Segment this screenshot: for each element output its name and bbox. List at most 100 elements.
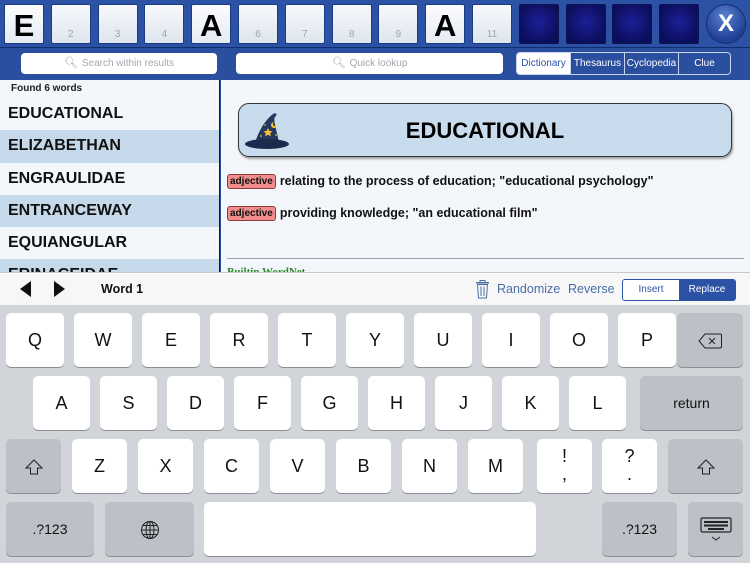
key-b[interactable]: B <box>336 439 391 493</box>
tile-position-number: 4 <box>161 29 168 40</box>
key-h[interactable]: H <box>368 376 425 430</box>
key-f[interactable]: F <box>234 376 291 430</box>
close-icon: X <box>717 10 734 37</box>
headword-title: EDUCATIONAL <box>405 118 565 143</box>
key-v[interactable]: V <box>270 439 325 493</box>
reverse-button[interactable]: Reverse <box>568 282 615 296</box>
key-l[interactable]: L <box>569 376 626 430</box>
quick-lookup-input[interactable]: 🔍︎ Quick lookup <box>236 53 503 74</box>
key-e[interactable]: E <box>142 313 200 367</box>
key-r[interactable]: R <box>210 313 268 367</box>
list-item[interactable]: ENGRAULIDAE <box>0 163 219 195</box>
search-within-results-input[interactable]: 🔍︎ Search within results <box>21 53 217 74</box>
trash-icon[interactable] <box>475 280 490 299</box>
key-i[interactable]: I <box>482 313 540 367</box>
key-u[interactable]: U <box>414 313 472 367</box>
letter-tile[interactable]: 2 <box>50 4 91 44</box>
search-bar-row: 🔍︎ Search within results 🔍︎ Quick lookup D… <box>0 49 750 80</box>
replace-mode-button[interactable]: Replace <box>679 280 735 300</box>
backspace-key[interactable] <box>677 313 743 367</box>
list-item[interactable]: EQUIANGULAR <box>0 227 219 259</box>
key-t[interactable]: T <box>278 313 336 367</box>
insert-replace-toggle: Insert Replace <box>622 279 736 301</box>
letter-tile[interactable]: 8 <box>331 4 372 44</box>
tile-position-number: 9 <box>395 29 402 40</box>
letter-tile[interactable]: 4 <box>144 4 185 44</box>
tile-position-number: 7 <box>302 29 308 40</box>
letter-tile[interactable]: E <box>4 4 44 44</box>
key-d[interactable]: D <box>167 376 224 430</box>
key-x[interactable]: X <box>138 439 193 493</box>
tile-position-number: 11 <box>486 29 498 40</box>
globe-icon <box>140 521 159 540</box>
key-m[interactable]: M <box>468 439 523 493</box>
exclamation-comma-key[interactable]: ! , <box>537 439 592 493</box>
letter-tile[interactable]: A <box>191 4 232 44</box>
tab-clue[interactable]: Clue <box>679 53 730 74</box>
app-root: E 2 3 4 A 6 7 8 9 A 11 X 🔍︎ Search within results 🔍… <box>0 0 750 563</box>
question-period-key[interactable]: ? . <box>602 439 657 493</box>
letter-tile[interactable]: 3 <box>97 4 138 44</box>
part-of-speech-badge: adjective <box>227 174 276 189</box>
definition-item: adjective providing knowledge; "an educat… <box>227 206 538 221</box>
previous-word-arrow-icon[interactable] <box>20 281 31 297</box>
key-k[interactable]: K <box>502 376 559 430</box>
shift-icon <box>24 459 43 475</box>
results-list[interactable]: Found 6 words EDUCATIONAL ELIZABETHAN EN… <box>0 80 220 272</box>
numbers-key-right[interactable]: .?123 <box>602 502 677 556</box>
clear-button[interactable]: X <box>706 4 746 44</box>
randomize-button[interactable]: Randomize <box>497 282 560 296</box>
tile-letter: A <box>199 8 223 43</box>
key-o[interactable]: O <box>550 313 608 367</box>
tab-cyclopedia[interactable]: Cyclopedia <box>625 53 679 74</box>
part-of-speech-badge: adjective <box>227 206 276 221</box>
key-n[interactable]: N <box>402 439 457 493</box>
current-word-label: Word 1 <box>101 282 144 296</box>
key-w[interactable]: W <box>74 313 132 367</box>
headword-banner: EDUCATIONAL <box>238 103 732 157</box>
letter-tile[interactable]: 6 <box>238 4 278 44</box>
list-item[interactable]: ELIZABETHAN <box>0 130 219 163</box>
letter-tile[interactable]: A <box>425 4 466 44</box>
tile-letter: E <box>13 8 35 43</box>
list-item[interactable]: EDUCATIONAL <box>0 98 219 130</box>
search-icon: 🔍︎ <box>331 57 346 69</box>
key-a[interactable]: A <box>33 376 90 430</box>
definition-text: relating to the process of education; "e… <box>279 174 654 188</box>
word-toolbar: Word 1 Randomize Reverse Insert Replace <box>0 272 750 305</box>
key-q[interactable]: Q <box>6 313 64 367</box>
key-p[interactable]: P <box>618 313 676 367</box>
return-key[interactable]: return <box>640 376 743 430</box>
list-item[interactable]: ERINACEIDAE <box>0 259 219 272</box>
tab-thesaurus[interactable]: Thesaurus <box>571 53 625 74</box>
tile-position-number: 3 <box>114 29 121 40</box>
shift-left-key[interactable] <box>6 439 61 493</box>
insert-mode-button[interactable]: Insert <box>623 280 679 300</box>
source-tabs: Dictionary Thesaurus Cyclopedia Clue <box>516 52 731 75</box>
list-item[interactable]: ENTRANCEWAY <box>0 194 219 228</box>
key-z[interactable]: Z <box>72 439 127 493</box>
dismiss-keyboard-key[interactable] <box>688 502 743 556</box>
letter-tile-disabled <box>518 4 559 44</box>
shift-right-key[interactable] <box>668 439 743 493</box>
on-screen-keyboard: return ! , ? . .?123 .?123 Q W E R T Y U… <box>0 305 750 563</box>
numbers-key-left[interactable]: .?123 <box>6 502 94 556</box>
tile-position-number: 2 <box>68 29 74 40</box>
definition-text: providing knowledge; "an educational fil… <box>279 206 538 220</box>
letter-tile[interactable]: 9 <box>378 4 419 44</box>
tab-dictionary[interactable]: Dictionary <box>517 53 571 74</box>
next-word-arrow-icon[interactable] <box>54 281 65 297</box>
key-s[interactable]: S <box>100 376 157 430</box>
letter-tile-disabled <box>659 4 700 44</box>
results-count: Found 6 words <box>11 83 83 94</box>
globe-key[interactable] <box>105 502 194 556</box>
search-within-results-placeholder: Search within results <box>81 58 175 69</box>
key-y[interactable]: Y <box>346 313 404 367</box>
letter-tile[interactable]: 7 <box>284 4 325 44</box>
key-g[interactable]: G <box>301 376 358 430</box>
key-bottom-char: , <box>561 464 567 484</box>
key-j[interactable]: J <box>435 376 492 430</box>
letter-tile[interactable]: 11 <box>472 4 512 44</box>
key-c[interactable]: C <box>204 439 259 493</box>
space-key[interactable] <box>204 502 536 556</box>
